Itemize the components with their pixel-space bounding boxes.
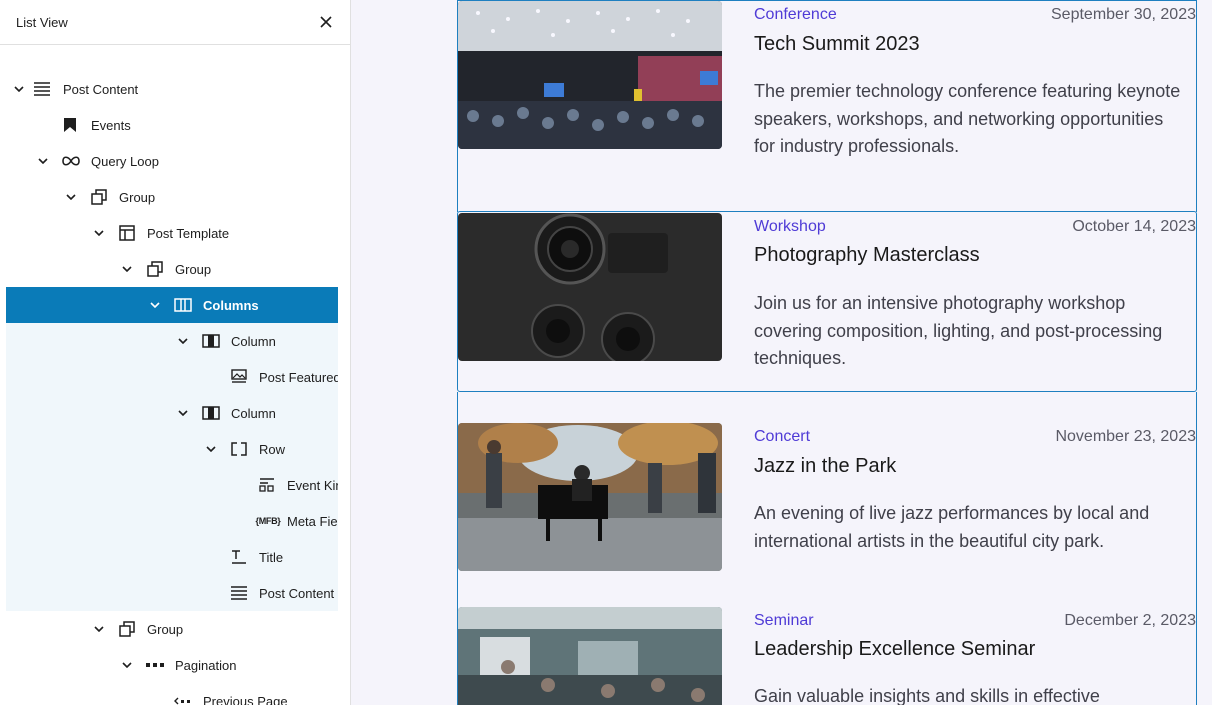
tree-item-label: Post Template: [147, 225, 230, 241]
tree-item-title[interactable]: Title: [6, 539, 338, 575]
tree-item-label: Title: [259, 549, 284, 565]
tree-item-label: Post Content: [259, 585, 335, 601]
chevron-down-icon[interactable]: [205, 443, 217, 455]
event-image[interactable]: [458, 423, 722, 571]
tree-item-previous-page[interactable]: Previous Page: [6, 683, 338, 705]
tree-item-post-template[interactable]: Post Template: [6, 215, 338, 251]
event-title[interactable]: Leadership Excellence Seminar: [754, 638, 1035, 661]
column-icon: [201, 403, 221, 423]
tree-item-label: Query Loop: [91, 153, 159, 169]
tree-item-events[interactable]: Events: [6, 107, 338, 143]
row-icon: [229, 439, 249, 459]
tree-item-label: Group: [175, 261, 212, 277]
event-title[interactable]: Tech Summit 2023: [754, 33, 920, 56]
align-justify-icon: [229, 583, 249, 603]
previous-page-icon: [173, 691, 193, 705]
tree-item-post-featured-image[interactable]: Post Featured Image: [6, 359, 338, 395]
event-image[interactable]: [458, 213, 722, 361]
tree-item-group[interactable]: Group: [6, 179, 338, 215]
layout-icon: [117, 223, 137, 243]
event-category[interactable]: Conference: [754, 6, 837, 24]
tree-item-label: Group: [147, 621, 184, 637]
columns-icon: [173, 295, 193, 315]
event-description: Join us for an intensive photography wor…: [754, 293, 1163, 368]
tree-item-label: Previous Page: [203, 693, 288, 705]
terms-icon: [257, 475, 277, 495]
tree-item-event-kind[interactable]: Event Kind: [6, 467, 338, 503]
column-icon: [201, 331, 221, 351]
event-card[interactable]: Conference September 30, 2023 Tech Summi…: [457, 0, 1197, 212]
event-image[interactable]: [458, 1, 722, 149]
tree-item-post-content[interactable]: Post Content: [6, 575, 338, 611]
list-view-title: List View: [16, 14, 68, 30]
event-description: The premier technology conference featur…: [754, 81, 1181, 156]
chevron-down-icon[interactable]: [149, 299, 161, 311]
event-date: October 14, 2023: [1072, 218, 1196, 235]
event-card[interactable]: Workshop October 14, 2023 Photography Ma…: [457, 211, 1197, 392]
group-icon: [117, 619, 137, 639]
tree-item-label: Events: [91, 117, 131, 133]
chevron-down-icon[interactable]: [121, 263, 133, 275]
tree-item-group[interactable]: Group: [6, 251, 338, 287]
tree-item-group[interactable]: Group: [6, 611, 338, 647]
tree-item-column[interactable]: Column: [6, 323, 338, 359]
tree-item-label: Event Kind: [287, 477, 338, 493]
tree-item-columns[interactable]: Columns: [6, 287, 338, 323]
tree-item-label: Post Content: [63, 81, 139, 97]
event-date: September 30, 2023: [1051, 6, 1196, 23]
event-card[interactable]: Concert November 23, 2023 Jazz in the Pa…: [457, 392, 1197, 575]
chevron-down-icon[interactable]: [65, 191, 77, 203]
tree-item-column[interactable]: Column: [6, 395, 338, 431]
pagination-icon: [145, 655, 165, 675]
align-justify-icon: [32, 79, 52, 99]
list-view-header: List View: [0, 0, 350, 45]
event-category[interactable]: Concert: [754, 428, 810, 446]
title-icon: [229, 547, 249, 567]
tree-item-label: Pagination: [175, 657, 237, 673]
event-description: An evening of live jazz performances by …: [754, 503, 1150, 551]
event-title[interactable]: Jazz in the Park: [754, 455, 896, 478]
chevron-down-icon[interactable]: [121, 659, 133, 671]
event-description: Gain valuable insights and skills in eff…: [754, 686, 1100, 705]
tree-item-label: Columns: [203, 297, 259, 313]
tree-item-label: Group: [119, 189, 156, 205]
chevron-down-icon[interactable]: [93, 623, 105, 635]
loop-icon: [61, 151, 81, 171]
tree-item-post-content[interactable]: Post Content: [6, 71, 338, 107]
chevron-down-icon[interactable]: [13, 83, 25, 95]
chevron-down-icon[interactable]: [37, 155, 49, 167]
list-view-panel: List View Post Content Events Query Loop…: [0, 0, 351, 705]
group-icon: [89, 187, 109, 207]
event-title[interactable]: Photography Masterclass: [754, 244, 980, 267]
chevron-down-icon[interactable]: [177, 335, 189, 347]
tree-item-label: Column: [231, 405, 276, 421]
tree-item-pagination[interactable]: Pagination: [6, 647, 338, 683]
event-date: November 23, 2023: [1055, 428, 1196, 445]
tree-item-query-loop[interactable]: Query Loop: [6, 143, 338, 179]
mfb-icon: {MFB}: [255, 516, 281, 526]
event-date: December 2, 2023: [1064, 612, 1196, 629]
tree-item-row[interactable]: Row: [6, 431, 338, 467]
group-icon: [145, 259, 165, 279]
tree-item-label: Meta Field Block: [287, 513, 338, 529]
event-image[interactable]: [458, 607, 722, 705]
event-category[interactable]: Seminar: [754, 612, 814, 630]
bookmark-icon: [60, 115, 80, 135]
chevron-down-icon[interactable]: [93, 227, 105, 239]
tree-item-label: Column: [231, 333, 276, 349]
event-card[interactable]: Seminar December 2, 2023 Leadership Exce…: [457, 575, 1197, 705]
tree-item-label: Row: [259, 441, 286, 457]
featured-image-icon: [229, 367, 249, 387]
tree-item-meta-field-block[interactable]: {MFB} Meta Field Block: [6, 503, 338, 539]
chevron-down-icon[interactable]: [177, 407, 189, 419]
close-icon[interactable]: [314, 10, 338, 34]
tree-item-label: Post Featured Image: [259, 369, 338, 385]
event-category[interactable]: Workshop: [754, 218, 826, 236]
